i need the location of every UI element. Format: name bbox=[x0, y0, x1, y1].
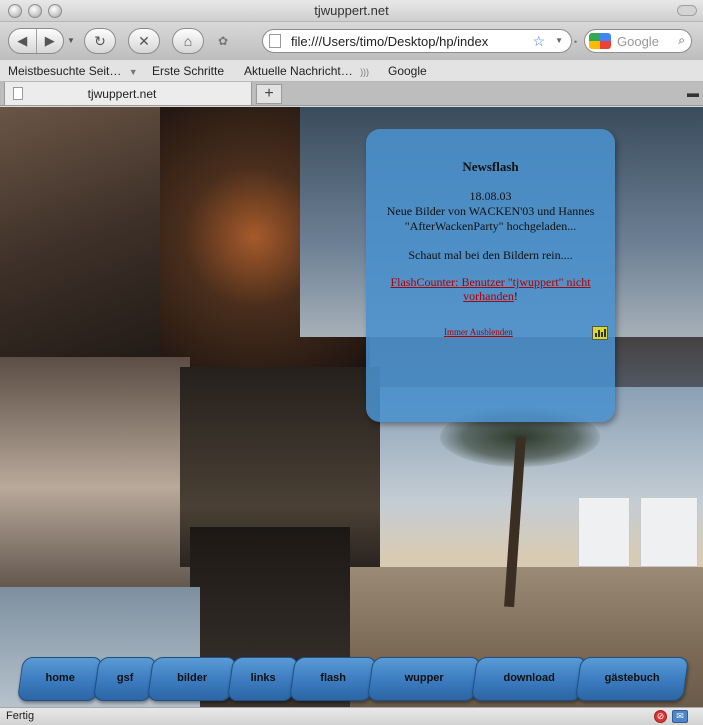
nav-label: links bbox=[250, 672, 276, 684]
newsflash-date: 18.08.03 bbox=[469, 189, 512, 203]
search-placeholder: Google bbox=[617, 33, 659, 49]
nav-flash[interactable]: flash bbox=[288, 657, 378, 701]
nav-gaestebuch[interactable]: gästebuch bbox=[574, 657, 690, 701]
flashcounter-line: FlashCounter: Benutzer "tjwuppert" nicht… bbox=[376, 275, 605, 303]
window-title: tjwuppert.net bbox=[314, 3, 389, 18]
nav-label: gsf bbox=[116, 672, 134, 684]
stop-icon: ✕ bbox=[138, 32, 150, 49]
nav-label: download bbox=[503, 672, 555, 684]
tab-tjwuppert[interactable]: tjwuppert.net bbox=[4, 82, 252, 106]
bookmark-label: Meistbesuchte Seit… bbox=[8, 64, 122, 78]
newsflash-title: Newsflash bbox=[462, 159, 519, 174]
bookmark-label: Aktuelle Nachricht… bbox=[244, 64, 353, 78]
page-icon bbox=[269, 34, 281, 48]
collage-photo bbox=[0, 357, 190, 617]
bookmark-star-icon[interactable]: ☆ bbox=[532, 33, 545, 50]
rss-icon: ))) bbox=[360, 67, 370, 77]
tab-list-icon[interactable]: ▬ bbox=[687, 86, 699, 100]
mail-icon[interactable]: ✉ bbox=[672, 710, 688, 723]
beach-building bbox=[640, 497, 698, 567]
title-bar: tjwuppert.net bbox=[0, 0, 703, 22]
navigation-toolbar: ◀ ▶ ▼ ↻ ✕ ⌂ ✿ file:///Users/timo/Desktop… bbox=[0, 22, 703, 60]
toolbar-toggle-button[interactable] bbox=[677, 5, 697, 16]
newsflash-panel: Newsflash 18.08.03 Neue Bilder von WACKE… bbox=[366, 129, 615, 422]
bookmarks-bar: Meistbesuchte Seit… ▼ Erste Schritte Akt… bbox=[0, 60, 703, 82]
nav-label: wupper bbox=[404, 672, 444, 684]
separator-dot: • bbox=[574, 37, 578, 47]
tab-bar: tjwuppert.net + ▬ bbox=[0, 82, 703, 106]
google-engine-icon[interactable] bbox=[589, 33, 611, 49]
addon-icon[interactable]: ✿ bbox=[218, 34, 228, 48]
nav-label: home bbox=[45, 672, 75, 684]
blocked-content-icon[interactable]: ⊘ bbox=[654, 710, 667, 723]
dropdown-icon: ▼ bbox=[128, 67, 138, 77]
new-tab-button[interactable]: + bbox=[256, 84, 282, 104]
status-bar: Fertig ⊘ ✉ bbox=[0, 707, 703, 725]
search-field[interactable]: Google ⌕ bbox=[584, 29, 692, 53]
stop-button[interactable]: ✕ bbox=[128, 28, 160, 54]
bookmark-getting-started[interactable]: Erste Schritte bbox=[152, 64, 224, 78]
newsflash-subtext: Schaut mal bei den Bildern rein.... bbox=[408, 248, 573, 262]
reload-icon: ↻ bbox=[94, 32, 106, 49]
back-forward-buttons: ◀ ▶ bbox=[8, 28, 64, 54]
nav-label: flash bbox=[320, 672, 346, 684]
tab-title: tjwuppert.net bbox=[87, 86, 157, 101]
plus-icon: + bbox=[264, 85, 274, 102]
bookmark-label: Google bbox=[388, 64, 427, 78]
url-dropdown-icon[interactable]: ▼ bbox=[555, 36, 563, 45]
flashcounter-tail: ! bbox=[513, 289, 518, 303]
home-button[interactable]: ⌂ bbox=[172, 28, 204, 54]
back-arrow-icon[interactable]: ◀ bbox=[9, 29, 37, 53]
nav-bilder[interactable]: bilder bbox=[146, 657, 238, 701]
site-navigation: home gsf bilder links flash wupper downl… bbox=[0, 657, 703, 701]
address-bar[interactable]: file:///Users/timo/Desktop/hp/index ☆ ▼ bbox=[262, 29, 572, 53]
counter-chart-icon[interactable] bbox=[592, 326, 608, 340]
search-icon[interactable]: ⌕ bbox=[678, 33, 685, 48]
browser-window: tjwuppert.net ◀ ▶ ▼ ↻ ✕ ⌂ ✿ file:///User… bbox=[0, 0, 703, 725]
home-icon: ⌂ bbox=[183, 33, 193, 49]
nav-home[interactable]: home bbox=[16, 657, 104, 701]
history-dropdown-icon[interactable]: ▼ bbox=[67, 36, 75, 45]
nav-label: gästebuch bbox=[604, 672, 660, 684]
nav-links[interactable]: links bbox=[226, 657, 300, 701]
nav-label: bilder bbox=[177, 672, 208, 684]
always-hide-link[interactable]: Immer Ausblenden bbox=[444, 327, 513, 337]
nav-wupper[interactable]: wupper bbox=[366, 657, 482, 701]
url-text: file:///Users/timo/Desktop/hp/index bbox=[291, 33, 489, 49]
page-content: Newsflash 18.08.03 Neue Bilder von WACKE… bbox=[0, 107, 703, 707]
page-icon bbox=[13, 87, 23, 100]
bookmark-latest-news[interactable]: Aktuelle Nachricht… ))) bbox=[244, 64, 369, 78]
bookmark-most-visited[interactable]: Meistbesuchte Seit… ▼ bbox=[8, 64, 138, 78]
reload-button[interactable]: ↻ bbox=[84, 28, 116, 54]
bookmark-label: Erste Schritte bbox=[152, 64, 225, 78]
flashcounter-link[interactable]: FlashCounter: Benutzer "tjwuppert" nicht… bbox=[390, 275, 590, 303]
status-text: Fertig bbox=[6, 710, 35, 722]
forward-arrow-icon[interactable]: ▶ bbox=[37, 29, 64, 53]
nav-download[interactable]: download bbox=[470, 657, 588, 701]
bookmark-google[interactable]: Google bbox=[388, 64, 427, 78]
beach-building bbox=[578, 497, 630, 567]
newsflash-body: Neue Bilder von WACKEN'03 und Hannes "Af… bbox=[386, 204, 595, 233]
